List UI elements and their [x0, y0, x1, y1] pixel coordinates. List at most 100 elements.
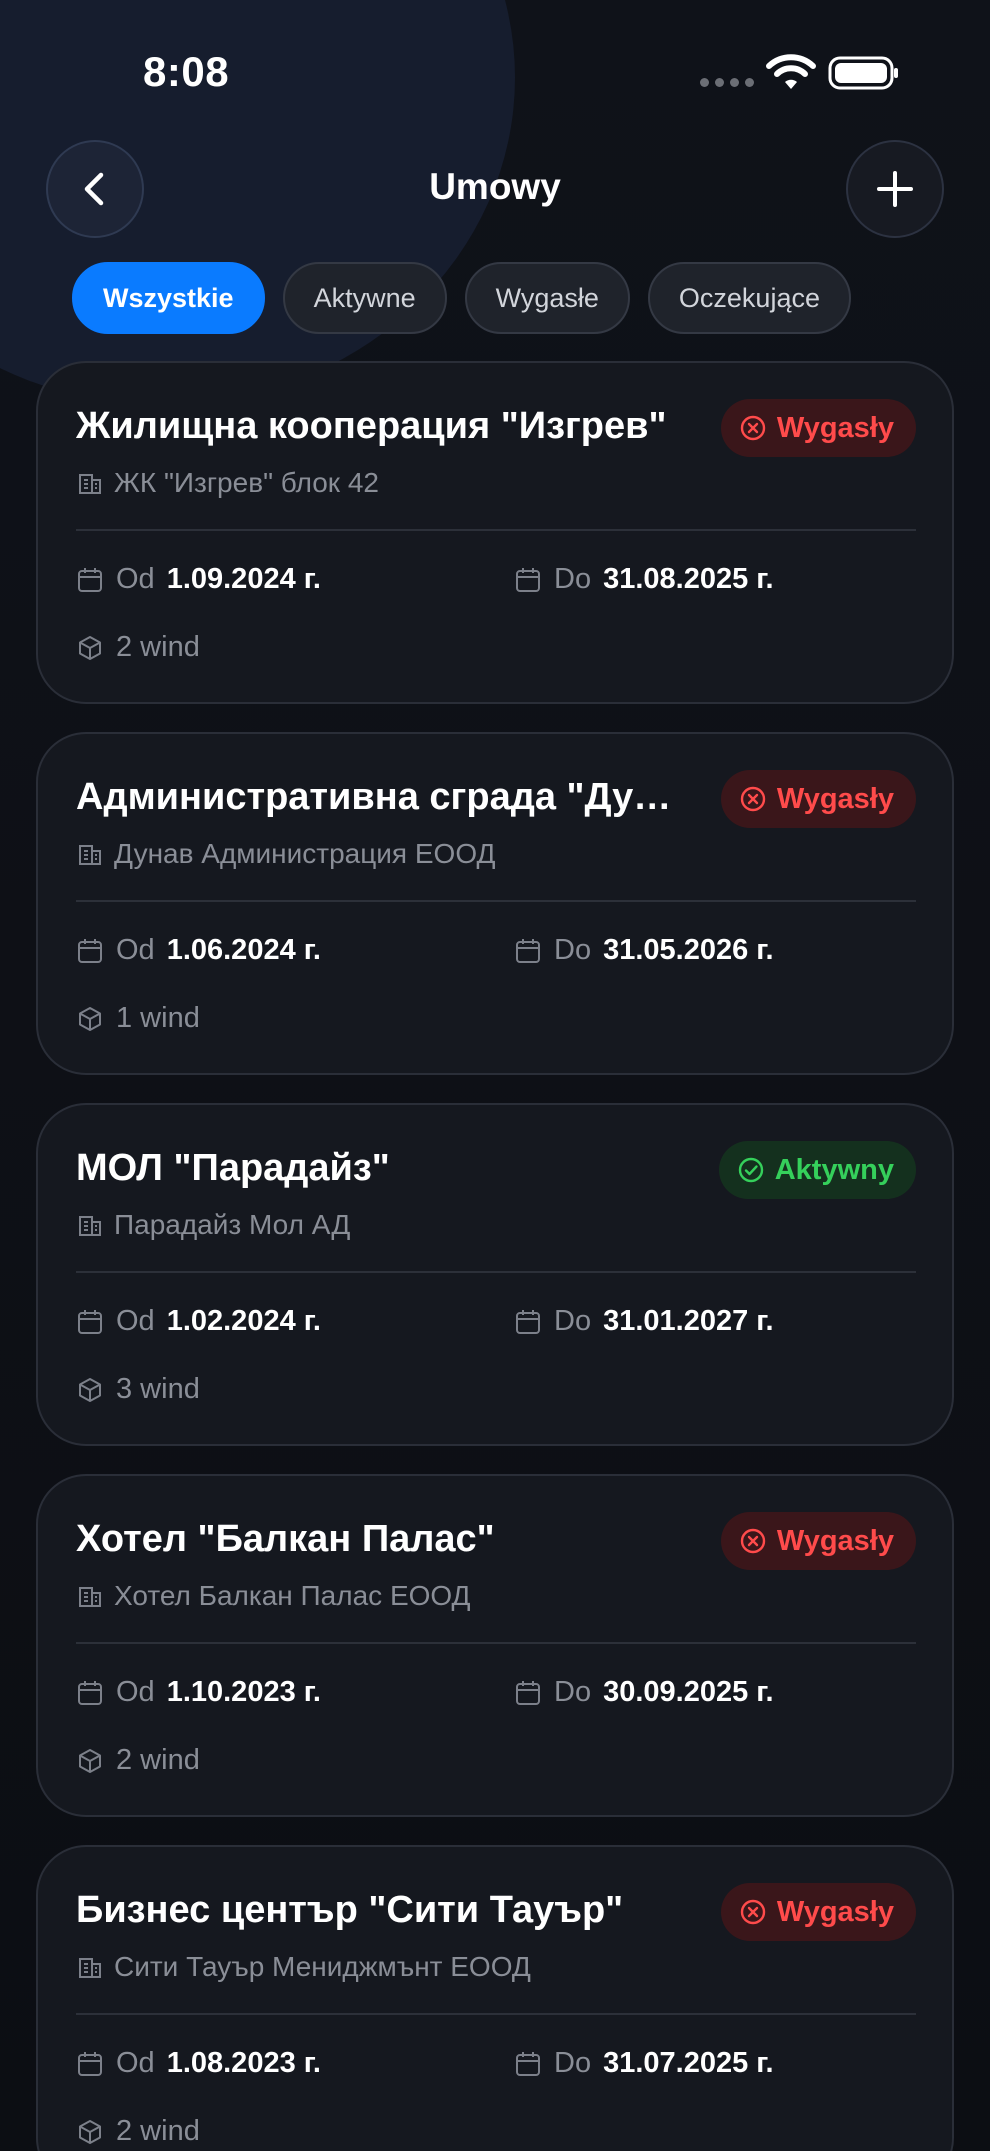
building-icon — [79, 845, 101, 865]
header: Umowy — [0, 140, 990, 240]
end-date: Do 31.08.2025 г. — [514, 563, 774, 596]
x-circle-icon — [740, 415, 766, 441]
contract-card[interactable]: Бизнес център "Сити Тауър" Wygasły Сити … — [36, 1845, 954, 2151]
signal-icon — [700, 78, 754, 87]
units-count: 2 wind — [116, 1744, 200, 1776]
units-count: 2 wind — [116, 2115, 200, 2147]
calendar-icon — [516, 567, 540, 592]
tab-active[interactable]: Aktywne — [282, 262, 447, 334]
battery-icon — [828, 56, 898, 90]
calendar-icon — [516, 2051, 540, 2076]
plus-icon — [877, 171, 913, 207]
status-badge: Aktywny — [718, 1141, 916, 1199]
to-value: 30.09.2025 г. — [603, 1676, 774, 1708]
tab-expired[interactable]: Wygasłe — [464, 262, 630, 334]
divider — [76, 1642, 916, 1644]
status-badge: Wygasły — [720, 1883, 916, 1941]
check-circle-icon — [738, 1157, 763, 1183]
filter-tabs: Wszystkie Aktywne Wygasłe Oczekujące — [72, 262, 851, 334]
end-date: Do 31.05.2026 г. — [514, 934, 774, 967]
calendar-icon — [78, 567, 102, 592]
divider — [76, 529, 916, 531]
from-label: Od — [116, 2047, 155, 2079]
units-count: 3 wind — [116, 1373, 200, 1405]
x-circle-icon — [740, 786, 766, 812]
contract-card[interactable]: МОЛ "Парадайз" Aktywny Парадайз Мол АД O… — [36, 1103, 954, 1446]
cube-icon — [79, 1377, 101, 1402]
tab-pending[interactable]: Oczekujące — [647, 262, 851, 334]
from-label: Od — [116, 1305, 155, 1337]
to-label: Do — [554, 1305, 592, 1337]
calendar-icon — [516, 1309, 540, 1334]
company-name: Сити Тауър Мениджмънт ЕООД — [114, 1951, 531, 1982]
cube-icon — [79, 635, 101, 660]
status-badge: Wygasły — [720, 399, 916, 457]
to-value: 31.01.2027 г. — [603, 1305, 774, 1337]
status-label: Wygasły — [776, 411, 894, 444]
from-value: 1.02.2024 г. — [166, 1305, 321, 1337]
wifi-icon — [766, 54, 816, 89]
calendar-icon — [78, 1680, 102, 1705]
calendar-icon — [516, 1680, 540, 1705]
contract-card[interactable]: Хотел "Балкан Палас" Wygasły Хотел Балка… — [36, 1474, 954, 1817]
status-label: Aktywny — [774, 1153, 894, 1186]
cube-icon — [79, 2119, 101, 2144]
to-value: 31.05.2026 г. — [603, 934, 774, 966]
tab-all[interactable]: Wszystkie — [72, 262, 265, 334]
units-row: 2 wind — [76, 2115, 200, 2148]
start-date: Od 1.10.2023 г. — [76, 1676, 321, 1709]
to-value: 31.08.2025 г. — [603, 563, 774, 595]
status-time: 8:08 — [143, 48, 230, 95]
company-name: ЖК "Изгрев" блок 42 — [114, 467, 379, 498]
contract-title: МОЛ "Парадайз" — [76, 1147, 390, 1189]
from-value: 1.08.2023 г. — [166, 2047, 321, 2079]
x-circle-icon — [740, 1528, 766, 1554]
end-date: Do 30.09.2025 г. — [514, 1676, 774, 1709]
building-icon — [79, 1587, 101, 1607]
calendar-icon — [516, 938, 540, 963]
company-row: Парадайз Мол АД — [76, 1209, 350, 1241]
calendar-icon — [78, 1309, 102, 1334]
to-label: Do — [554, 1676, 592, 1708]
status-label: Wygasły — [776, 1524, 894, 1557]
contract-card[interactable]: Жилищна кооперация "Изгрев" Wygasły ЖК "… — [36, 361, 954, 704]
x-circle-icon — [740, 1899, 766, 1925]
start-date: Od 1.09.2024 г. — [76, 563, 321, 596]
units-row: 1 wind — [76, 1002, 200, 1035]
add-contract-button[interactable] — [846, 140, 944, 238]
start-date: Od 1.08.2023 г. — [76, 2047, 321, 2080]
building-icon — [79, 1216, 101, 1236]
company-row: Сити Тауър Мениджмънт ЕООД — [76, 1951, 531, 1983]
status-badge: Wygasły — [720, 1512, 916, 1570]
calendar-icon — [78, 938, 102, 963]
company-name: Парадайз Мол АД — [114, 1209, 351, 1240]
company-row: Дунав Администрация ЕООД — [76, 838, 495, 870]
from-value: 1.06.2024 г. — [166, 934, 321, 966]
from-label: Od — [116, 934, 155, 966]
contract-card[interactable]: Административна сграда "Дунав" Wygasły Д… — [36, 732, 954, 1075]
divider — [76, 900, 916, 902]
cube-icon — [79, 1748, 101, 1773]
from-value: 1.09.2024 г. — [166, 563, 321, 595]
to-label: Do — [554, 563, 592, 595]
status-bar: 8:08 — [0, 0, 990, 140]
contracts-screen: 8:08 Umowy Wszystkie Aktywne Wygasłe Ocz… — [0, 0, 990, 2151]
units-row: 2 wind — [76, 631, 200, 664]
status-label: Wygasły — [776, 1895, 894, 1928]
to-label: Do — [554, 2047, 592, 2079]
status-label: Wygasły — [776, 782, 894, 815]
page-title: Umowy — [429, 166, 561, 207]
divider — [76, 2013, 916, 2015]
company-name: Дунав Администрация ЕООД — [114, 838, 496, 869]
units-row: 2 wind — [76, 1744, 200, 1777]
units-count: 1 wind — [116, 1002, 200, 1034]
company-row: ЖК "Изгрев" блок 42 — [76, 467, 379, 499]
from-value: 1.10.2023 г. — [166, 1676, 321, 1708]
calendar-icon — [78, 2051, 102, 2076]
contract-title: Хотел "Балкан Палас" — [76, 1518, 495, 1560]
start-date: Od 1.02.2024 г. — [76, 1305, 321, 1338]
cube-icon — [79, 1006, 101, 1031]
start-date: Od 1.06.2024 г. — [76, 934, 321, 967]
to-value: 31.07.2025 г. — [603, 2047, 774, 2079]
company-name: Хотел Балкан Палас ЕООД — [114, 1580, 471, 1611]
